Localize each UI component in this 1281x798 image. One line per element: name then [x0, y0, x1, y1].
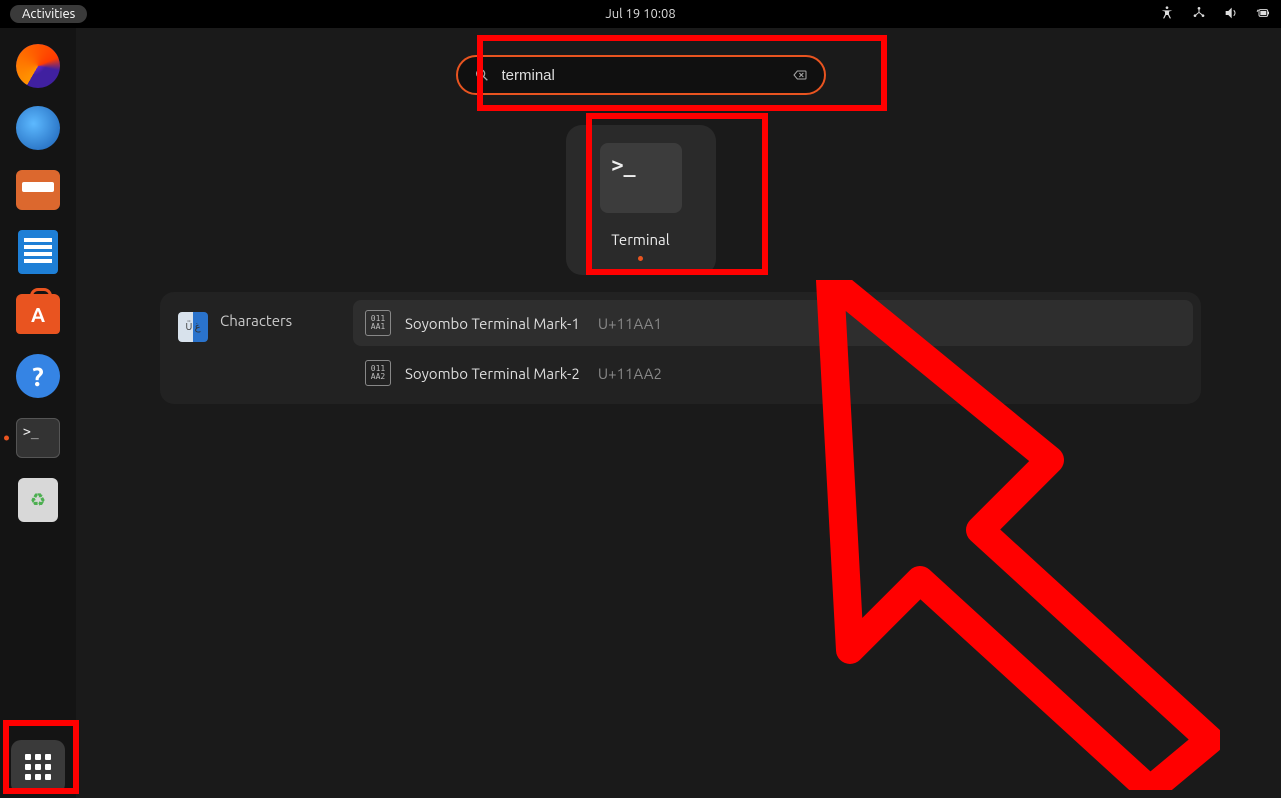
dock-item-ubuntu-software[interactable]	[14, 290, 62, 338]
clock[interactable]: Jul 19 10:08	[605, 7, 675, 21]
dock-item-trash[interactable]: ♻	[14, 476, 62, 524]
characters-results-panel: Ü غ Characters 011AA1 Soyombo Terminal M…	[160, 292, 1201, 404]
dock: ? >_ ♻	[0, 28, 76, 798]
volume-icon[interactable]	[1223, 5, 1239, 24]
top-bar: Activities Jul 19 10:08	[0, 0, 1281, 28]
characters-app-icon: Ü غ	[178, 312, 208, 342]
network-icon[interactable]	[1191, 5, 1207, 24]
dock-item-files[interactable]	[14, 166, 62, 214]
dock-item-thunderbird[interactable]	[14, 104, 62, 152]
character-result-row[interactable]: 011AA2 Soyombo Terminal Mark-2 U+11AA2	[353, 350, 1193, 396]
dock-item-help[interactable]: ?	[14, 352, 62, 400]
terminal-app-icon: >_	[600, 143, 682, 213]
accessibility-icon[interactable]	[1159, 5, 1175, 24]
dock-item-terminal[interactable]: >_	[14, 414, 62, 462]
dock-item-libreoffice-writer[interactable]	[14, 228, 62, 276]
character-glyph-icon: 011AA1	[365, 310, 391, 336]
character-name: Soyombo Terminal Mark-1	[405, 315, 580, 332]
activities-button[interactable]: Activities	[10, 5, 87, 23]
show-applications-button[interactable]	[11, 740, 65, 794]
running-indicator-icon	[638, 256, 643, 261]
character-glyph-icon: 011AA2	[365, 360, 391, 386]
search-icon	[474, 67, 490, 83]
search-input[interactable]	[502, 67, 780, 84]
characters-source[interactable]: Ü غ Characters	[168, 300, 343, 396]
search-bar[interactable]	[456, 55, 826, 95]
clear-search-icon[interactable]	[792, 67, 808, 83]
apps-grid-icon	[25, 754, 51, 780]
battery-icon[interactable]	[1255, 5, 1271, 24]
character-code: U+11AA1	[598, 315, 662, 332]
dock-item-firefox[interactable]	[14, 42, 62, 90]
app-result-label: Terminal	[576, 231, 706, 248]
character-code: U+11AA2	[598, 365, 662, 382]
app-result-terminal[interactable]: >_ Terminal	[566, 125, 716, 275]
character-result-row[interactable]: 011AA1 Soyombo Terminal Mark-1 U+11AA1	[353, 300, 1193, 346]
characters-source-label: Characters	[220, 312, 292, 329]
character-name: Soyombo Terminal Mark-2	[405, 365, 580, 382]
